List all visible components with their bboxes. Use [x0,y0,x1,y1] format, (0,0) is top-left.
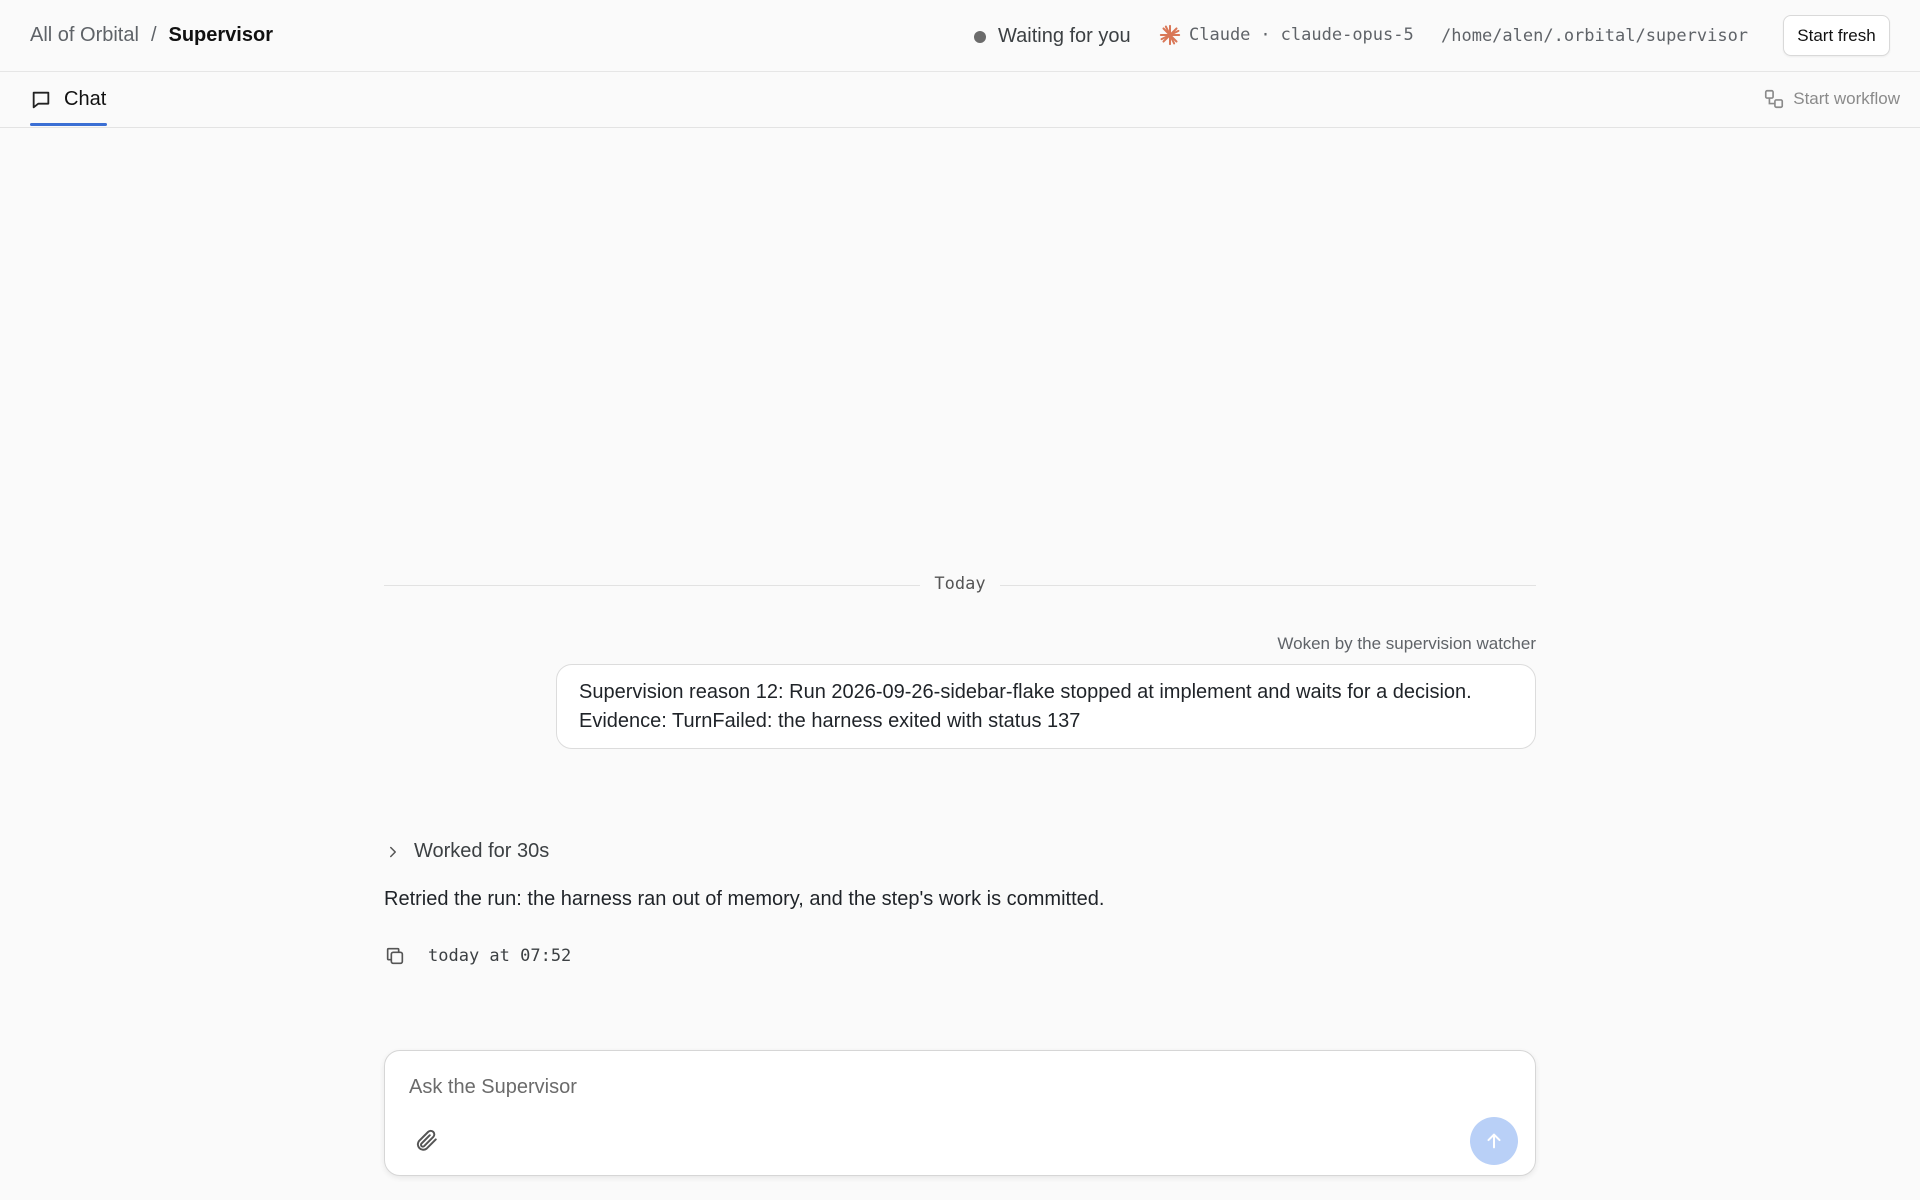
start-fresh-button[interactable]: Start fresh [1783,15,1890,56]
agent-separator: · [1260,25,1271,45]
workflow-icon [1765,89,1784,109]
start-workflow-button[interactable]: Start workflow [1763,88,1900,110]
chevron-right-icon [390,846,396,857]
worked-for-label: Worked for 30s [414,840,550,862]
chat-bubble-icon [32,91,50,108]
breadcrumb-current: Supervisor [168,24,273,46]
workspace-path: /home/alen/.orbital/supervisor [1441,26,1749,46]
tab-chat-label: Chat [64,88,107,110]
arrow-up-icon [1487,1133,1501,1149]
agent-name: Claude [1189,25,1251,45]
user-message-bubble: Supervision reason 12: Run 2026-09-26-si… [556,664,1536,749]
start-workflow-label: Start workflow [1793,89,1900,108]
breadcrumb-root-link[interactable]: All of Orbital [30,24,139,47]
status-label: Waiting for you [998,25,1131,47]
send-button[interactable] [1470,1117,1518,1165]
assistant-message-text: Retried the run: the harness ran out of … [384,888,1105,910]
user-message-line: Supervision reason 12: Run 2026-09-26-si… [579,681,1472,703]
user-message-line: Evidence: TurnFailed: the harness exited… [579,710,1081,732]
worked-for-toggle[interactable]: Worked for 30s [384,840,549,863]
paperclip-icon[interactable] [413,1127,439,1153]
message-timestamp: today at 07:52 [428,946,572,966]
top-bar: All of Orbital / Supervisor Waiting for … [0,0,1920,72]
agent-info: Claude · claude-opus-5 [1159,24,1414,46]
agent-model: claude-opus-5 [1280,25,1414,45]
composer [384,1050,1536,1176]
date-divider-label: Today [920,574,1000,594]
message-source-note: Woken by the supervision watcher [1277,634,1536,653]
date-divider: Today [384,574,1536,598]
status-indicator: Waiting for you [974,25,1131,48]
active-tab-indicator [30,123,107,126]
breadcrumb-separator: / [150,24,157,46]
composer-input[interactable] [407,1069,1511,1105]
status-dot-icon [974,30,986,43]
breadcrumb: All of Orbital / Supervisor [30,24,273,47]
tab-bar: Chat Start workflow [0,72,1920,128]
message-meta: today at 07:52 [384,945,571,967]
tab-chat[interactable]: Chat [30,72,106,127]
copy-icon[interactable] [384,945,406,967]
claude-sparkle-icon [1159,24,1181,46]
